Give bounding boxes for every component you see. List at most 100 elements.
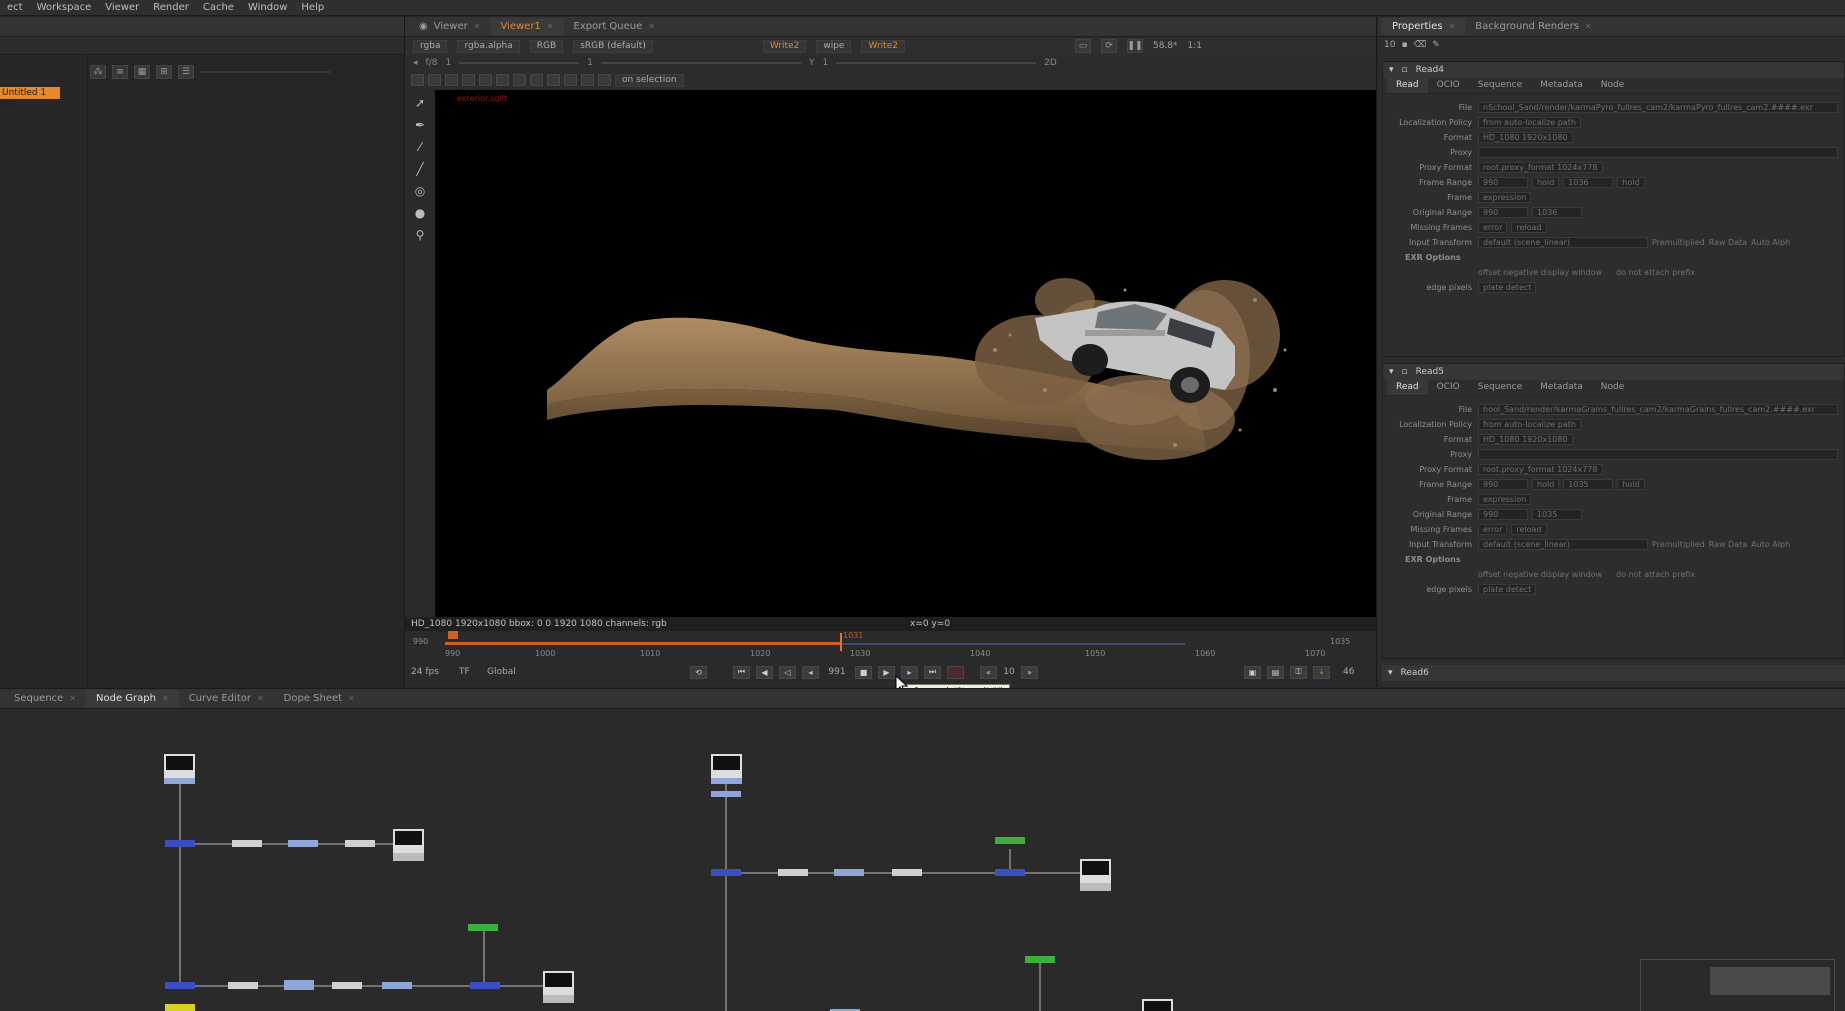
close-icon[interactable]: ✕ [474, 22, 481, 31]
loop-icon[interactable]: ⟲ [690, 665, 707, 679]
edit-icon[interactable]: ✎ [1432, 40, 1440, 50]
gamma-slider[interactable] [600, 62, 801, 64]
orig-end-input[interactable]: 1036 [1532, 207, 1582, 218]
auto-alpha-checkbox[interactable]: Auto Alph [1751, 540, 1790, 549]
colorspace-select[interactable]: RGB [529, 39, 564, 53]
proxy-input[interactable] [1478, 147, 1838, 158]
layer-icon[interactable] [598, 74, 611, 86]
transform-icon[interactable] [445, 74, 458, 86]
reload-button[interactable]: reload [1511, 222, 1547, 233]
gain-icon[interactable]: ◂ [413, 58, 418, 68]
prev-frame-icon[interactable]: ◂ [802, 665, 819, 679]
frame-increment[interactable]: 10 [1000, 667, 1018, 677]
range-start-mode[interactable]: hold [1532, 479, 1560, 490]
collapse-icon[interactable]: ▾ [1389, 367, 1394, 377]
read6-name[interactable]: Read6 [1401, 668, 1429, 678]
brush-icon[interactable]: ⁄ [412, 139, 428, 155]
auto-alpha-checkbox[interactable]: Auto Alph [1751, 238, 1790, 247]
tab-node-graph[interactable]: Node Graph ✕ [86, 690, 179, 707]
tab-sequence[interactable]: Sequence [1469, 78, 1531, 93]
play-backward-icon[interactable]: ◁ [779, 665, 796, 679]
max-panels[interactable]: 10 [1384, 40, 1395, 50]
raw-data-checkbox[interactable]: Raw Data [1709, 540, 1747, 549]
menu-project[interactable]: ect [0, 2, 30, 13]
frame-select[interactable]: expression [1478, 192, 1532, 203]
view-mode[interactable]: 2D [1044, 58, 1057, 68]
offset-checkbox[interactable]: offset negative display window [1478, 268, 1602, 277]
dodge-icon[interactable]: ⚲ [412, 227, 428, 243]
blur-icon[interactable]: ● [412, 205, 428, 221]
project-search-bar[interactable] [0, 37, 404, 55]
frame-select[interactable]: expression [1478, 494, 1532, 505]
menu-workspace[interactable]: Workspace [30, 2, 99, 13]
range-end-mode[interactable]: hold [1617, 479, 1645, 490]
tab-metadata[interactable]: Metadata [1531, 78, 1592, 93]
columns-icon[interactable]: ⊞ [156, 65, 172, 79]
record-icon[interactable] [947, 665, 964, 679]
offset-checkbox[interactable]: offset negative display window [1478, 570, 1602, 579]
zoom-level[interactable]: 58.8* [1153, 41, 1178, 51]
tab-properties[interactable]: Properties ✕ [1382, 18, 1466, 35]
edge-select[interactable]: plate detect [1478, 282, 1537, 293]
pencil-icon[interactable] [428, 74, 441, 86]
y-value[interactable]: 1 [822, 58, 828, 68]
lut-select[interactable]: sRGB (default) [573, 39, 653, 53]
orig-start-input[interactable]: 990 [1478, 509, 1528, 520]
menu-window[interactable]: Window [241, 2, 294, 13]
close-icon[interactable]: ✕ [257, 694, 264, 703]
range-end-input[interactable]: 1036 [1563, 177, 1614, 188]
localization-select[interactable]: from auto-localize path [1478, 117, 1581, 128]
menu-cache[interactable]: Cache [196, 2, 241, 13]
tab-read[interactable]: Read [1387, 380, 1428, 395]
align-icon[interactable] [547, 74, 560, 86]
timeline[interactable]: 990 1031 990 1000 1010 1020 1030 1040 10… [405, 631, 1376, 661]
zoom-ratio[interactable]: 1:1 [1188, 41, 1202, 51]
skip-forward-icon[interactable]: » [1021, 665, 1038, 679]
grid-icon[interactable] [496, 74, 509, 86]
clone-icon[interactable]: ◎ [412, 183, 428, 199]
frame-offset[interactable]: 1 [445, 58, 451, 68]
tab-ocio[interactable]: OCIO [1428, 380, 1469, 395]
clear-icon[interactable]: ⌫ [1414, 40, 1427, 50]
collapse-icon[interactable]: ▾ [1388, 668, 1393, 678]
tab-curve-editor[interactable]: Curve Editor ✕ [179, 690, 274, 707]
alpha-select[interactable]: rgba.alpha [457, 39, 520, 53]
flipbook-icon[interactable]: ▣ [1244, 665, 1261, 679]
noprefix-checkbox[interactable]: do not attach prefix [1616, 268, 1695, 277]
roi-icon[interactable] [411, 74, 424, 86]
last-frame-icon[interactable]: ⏭ [924, 665, 941, 679]
read5-name[interactable]: Read5 [1416, 367, 1444, 377]
localization-select[interactable]: from auto-localize path [1478, 419, 1581, 430]
proxy-format-select[interactable]: root.proxy_format 1024x778 [1478, 464, 1603, 475]
guide-icon[interactable] [513, 74, 526, 86]
format-select[interactable]: HD_1080 1920x1080 [1478, 434, 1573, 445]
sync-icon[interactable]: ⤓ [1313, 665, 1330, 679]
tab-node[interactable]: Node [1592, 380, 1634, 395]
viewer-canvas[interactable]: exterior.sqlft [435, 90, 1376, 617]
file-input[interactable]: hool_Sand/render/karmaGrains_fullres_cam… [1478, 404, 1838, 415]
proxy-input[interactable] [1478, 449, 1838, 460]
lock-range-icon[interactable]: ⚿ [1290, 665, 1307, 679]
close-icon[interactable]: ✕ [162, 694, 169, 703]
noprefix-checkbox[interactable]: do not attach prefix [1616, 570, 1695, 579]
reload-button[interactable]: reload [1511, 524, 1547, 535]
close-icon[interactable]: ✕ [348, 694, 355, 703]
tab-sequence[interactable]: Sequence [1469, 380, 1531, 395]
cache-icon[interactable]: ▤ [1267, 665, 1284, 679]
skip-back-icon[interactable]: « [980, 665, 997, 679]
current-frame-field[interactable]: 991 [822, 667, 852, 677]
pause-icon[interactable]: ❚❚ [1126, 39, 1143, 53]
refresh-icon[interactable]: ⟳ [1100, 39, 1117, 53]
range-start-input[interactable]: 990 [1478, 479, 1528, 490]
premultiplied-checkbox[interactable]: Premultiplied [1652, 540, 1705, 549]
view-list-icon[interactable]: ≡ [112, 65, 128, 79]
tab-metadata[interactable]: Metadata [1531, 380, 1592, 395]
wipe-select[interactable]: wipe [816, 39, 852, 53]
prev-keyframe-icon[interactable]: ◀ [756, 665, 773, 679]
frame-icon[interactable] [581, 74, 594, 86]
play-forward-icon[interactable]: ▶ [878, 665, 895, 679]
node-graph-canvas[interactable] [0, 709, 1845, 1011]
range-start-input[interactable]: 990 [1478, 177, 1528, 188]
stop-icon[interactable]: ■ [855, 665, 872, 679]
input-a-select[interactable]: Write2 [762, 39, 807, 53]
